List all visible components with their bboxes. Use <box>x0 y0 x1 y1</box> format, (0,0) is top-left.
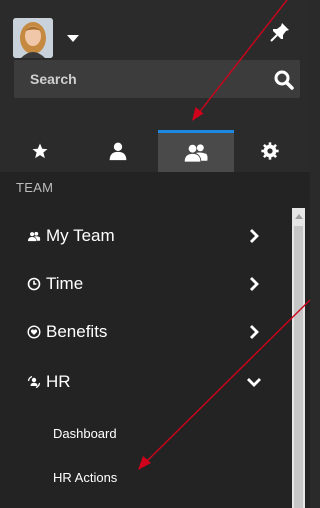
clock-icon <box>27 277 41 291</box>
nav-item-label: Benefits <box>46 322 108 341</box>
scroll-thumb[interactable] <box>294 226 303 508</box>
tab-settings[interactable] <box>252 130 288 172</box>
tab-favorites[interactable] <box>18 130 62 172</box>
user-avatar[interactable] <box>13 18 53 58</box>
hr-icon <box>27 375 41 389</box>
scroll-up-arrow-icon[interactable] <box>295 214 303 219</box>
nav-item-label: Time <box>46 274 84 293</box>
nav-item-label: HR <box>46 372 71 391</box>
chevron-right-icon <box>250 325 259 339</box>
team-icon <box>184 143 208 162</box>
search-input[interactable] <box>14 60 254 98</box>
heart-icon <box>27 325 41 339</box>
gear-icon <box>261 142 279 160</box>
search-icon[interactable] <box>274 70 294 90</box>
nav-item-benefits[interactable]: Benefits <box>0 310 284 354</box>
sub-item-dashboard[interactable]: Dashboard <box>53 426 117 441</box>
nav-item-label: My Team <box>46 226 115 245</box>
top-header <box>0 0 310 130</box>
chevron-right-icon <box>250 229 259 243</box>
section-title: TEAM <box>16 180 54 195</box>
nav-item-time[interactable]: Time <box>0 262 284 306</box>
nav-tabs <box>0 130 310 172</box>
caret-down-icon[interactable] <box>67 35 79 42</box>
tab-team[interactable] <box>158 130 234 172</box>
search-box <box>14 60 300 98</box>
pin-icon[interactable] <box>268 20 292 44</box>
chevron-right-icon <box>250 277 259 291</box>
app-window: TEAM My Team Time <box>0 0 310 508</box>
chevron-down-icon <box>247 378 261 387</box>
scrollbar[interactable] <box>292 208 305 508</box>
person-icon <box>109 142 127 161</box>
star-icon <box>32 143 48 159</box>
nav-item-hr[interactable]: HR <box>0 360 284 404</box>
nav-item-my-team[interactable]: My Team <box>0 214 284 258</box>
sub-item-hr-actions[interactable]: HR Actions <box>53 470 117 485</box>
tab-profile[interactable] <box>96 130 140 172</box>
team-icon <box>27 229 41 243</box>
